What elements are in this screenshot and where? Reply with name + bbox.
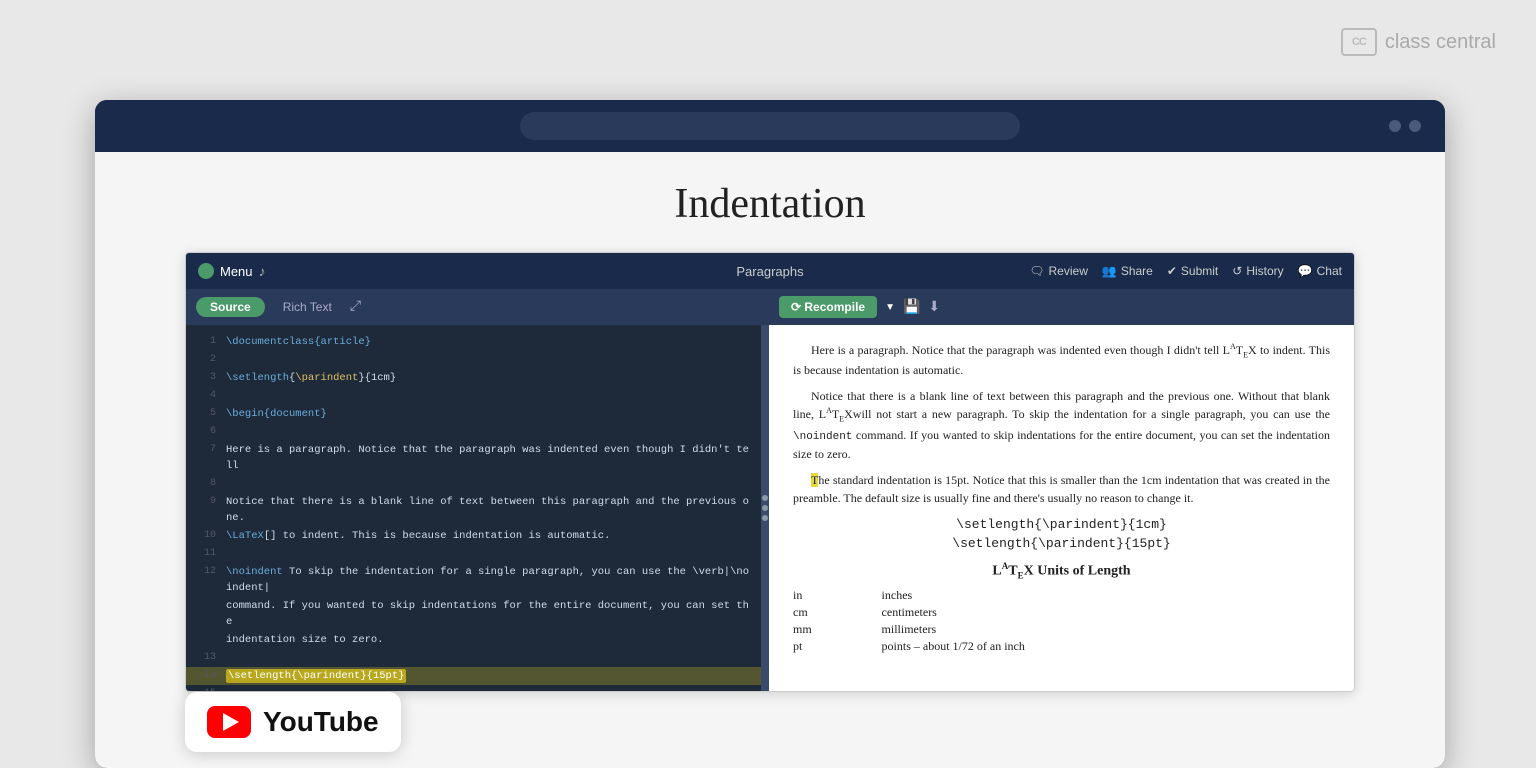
review-icon: 🗨 <box>1029 264 1044 278</box>
unit-abbr: cm <box>793 604 882 621</box>
page-title: Indentation <box>95 152 1445 248</box>
code-line-14: 14 \setlength{\parindent}{15pt} <box>186 667 761 685</box>
unit-name: millimeters <box>882 621 1330 638</box>
tab-source[interactable]: Source <box>196 297 265 317</box>
share-btn[interactable]: 👥 Share <box>1102 264 1153 278</box>
unit-name: centimeters <box>882 604 1330 621</box>
editor-menu[interactable]: Menu ♪ <box>198 263 266 279</box>
code-line-13: 13 <box>186 649 761 667</box>
submit-btn[interactable]: ✔ Submit <box>1167 264 1218 278</box>
browser-dot-1 <box>1389 120 1401 132</box>
recompile-button[interactable]: ⟳ Recompile <box>779 296 877 318</box>
table-row: in inches <box>793 587 1330 604</box>
history-icon: ↺ <box>1232 264 1242 278</box>
panel-divider[interactable] <box>761 325 769 691</box>
table-row: cm centimeters <box>793 604 1330 621</box>
code-line-5: 5 \begin{document} <box>186 405 761 423</box>
preview-mono-2: \setlength{\parindent}{15pt} <box>793 536 1330 551</box>
preview-para-1: Here is a paragraph. Notice that the par… <box>793 341 1330 379</box>
content-area: Indentation Menu ♪ Paragraphs 🗨 Review <box>95 152 1445 768</box>
chat-btn[interactable]: 💬 Chat <box>1298 264 1342 278</box>
classcentral-logo: CC class central <box>1341 28 1496 56</box>
code-line-11: 11 <box>186 545 761 563</box>
youtube-play-icon <box>223 713 239 731</box>
right-toolbar-section: ⟳ Recompile ▼ 💾 ⬇ <box>769 289 1354 325</box>
browser-dot-2 <box>1409 120 1421 132</box>
expand-icon[interactable]: ⤢ <box>350 299 361 315</box>
preview-para-3: The standard indentation is 15pt. Notice… <box>793 471 1330 507</box>
preview-panel: Here is a paragraph. Notice that the par… <box>769 325 1354 691</box>
browser-topbar <box>95 100 1445 152</box>
youtube-badge[interactable]: YouTube <box>185 692 401 752</box>
editor-tabs-center: Paragraphs <box>736 264 803 279</box>
para3-highlight: T <box>811 473 818 487</box>
review-btn[interactable]: 🗨 Review <box>1029 264 1088 278</box>
unit-abbr: pt <box>793 638 882 655</box>
code-line-2: 2 <box>186 351 761 369</box>
editor-body: 1 \documentclass{article} 2 3 \setlength… <box>186 325 1354 691</box>
code-line-10: 10 \LaTeX[] to indent. This is because i… <box>186 527 761 545</box>
code-line-3: 3 \setlength{\parindent}{1cm} <box>186 369 761 387</box>
code-line-9: 9 Notice that there is a blank line of t… <box>186 493 761 527</box>
chat-icon: 💬 <box>1298 264 1313 278</box>
history-btn[interactable]: ↺ History <box>1232 264 1283 278</box>
code-line-12c: indentation size to zero. <box>186 631 761 649</box>
code-line-1: 1 \documentclass{article} <box>186 333 761 351</box>
code-panel: 1 \documentclass{article} 2 3 \setlength… <box>186 325 761 691</box>
unit-name: inches <box>882 587 1330 604</box>
download-icon[interactable]: ⬇ <box>928 299 940 316</box>
recompile-dropdown-icon[interactable]: ▼ <box>885 302 895 313</box>
youtube-logo <box>207 706 251 738</box>
editor-right-bar: 🗨 Review 👥 Share ✔ Submit ↺ History <box>1029 253 1342 289</box>
save-icon[interactable]: 💾 <box>903 299 920 316</box>
unit-abbr: mm <box>793 621 882 638</box>
preview-mono-1: \setlength{\parindent}{1cm} <box>793 517 1330 532</box>
music-icon: ♪ <box>259 263 266 279</box>
divider-dot-2 <box>762 505 768 511</box>
table-row: mm millimeters <box>793 621 1330 638</box>
code-line-4: 4 <box>186 387 761 405</box>
code-line-15: 15 <box>186 685 761 691</box>
unit-abbr: in <box>793 587 882 604</box>
menu-label: Menu <box>220 264 253 279</box>
code-line-6: 6 <box>186 423 761 441</box>
editor-toolbar: Source Rich Text ⤢ ⟳ Recompile ▼ 💾 ⬇ <box>186 289 1354 325</box>
cc-icon: CC <box>1341 28 1377 56</box>
tab-richtext[interactable]: Rich Text <box>273 297 342 317</box>
unit-name: points – about 1/72 of an inch <box>882 638 1330 655</box>
share-icon: 👥 <box>1102 264 1117 278</box>
editor-topbar: Menu ♪ Paragraphs 🗨 Review 👥 Share ✔ <box>186 253 1354 289</box>
browser-frame: Indentation Menu ♪ Paragraphs 🗨 Review <box>95 100 1445 768</box>
browser-dots <box>1389 120 1421 132</box>
units-table: in inches cm centimeters mm millimeters <box>793 587 1330 655</box>
address-bar[interactable] <box>520 112 1020 140</box>
preview-para-2: Notice that there is a blank line of tex… <box>793 387 1330 463</box>
code-line-12: 12 \noindent To skip the indentation for… <box>186 563 761 597</box>
cc-logo-text: class central <box>1385 31 1496 54</box>
code-line-8: 8 <box>186 475 761 493</box>
menu-logo-icon <box>198 263 214 279</box>
preview-subtitle: LATEX Units of Length <box>793 561 1330 580</box>
submit-icon: ✔ <box>1167 264 1177 278</box>
code-line-12b: command. If you wanted to skip indentati… <box>186 597 761 631</box>
table-row: pt points – about 1/72 of an inch <box>793 638 1330 655</box>
divider-dot-3 <box>762 515 768 521</box>
overleaf-editor: Menu ♪ Paragraphs 🗨 Review 👥 Share ✔ <box>185 252 1355 692</box>
code-line-7: 7 Here is a paragraph. Notice that the p… <box>186 441 761 475</box>
youtube-label: YouTube <box>263 706 379 738</box>
divider-dot-1 <box>762 495 768 501</box>
